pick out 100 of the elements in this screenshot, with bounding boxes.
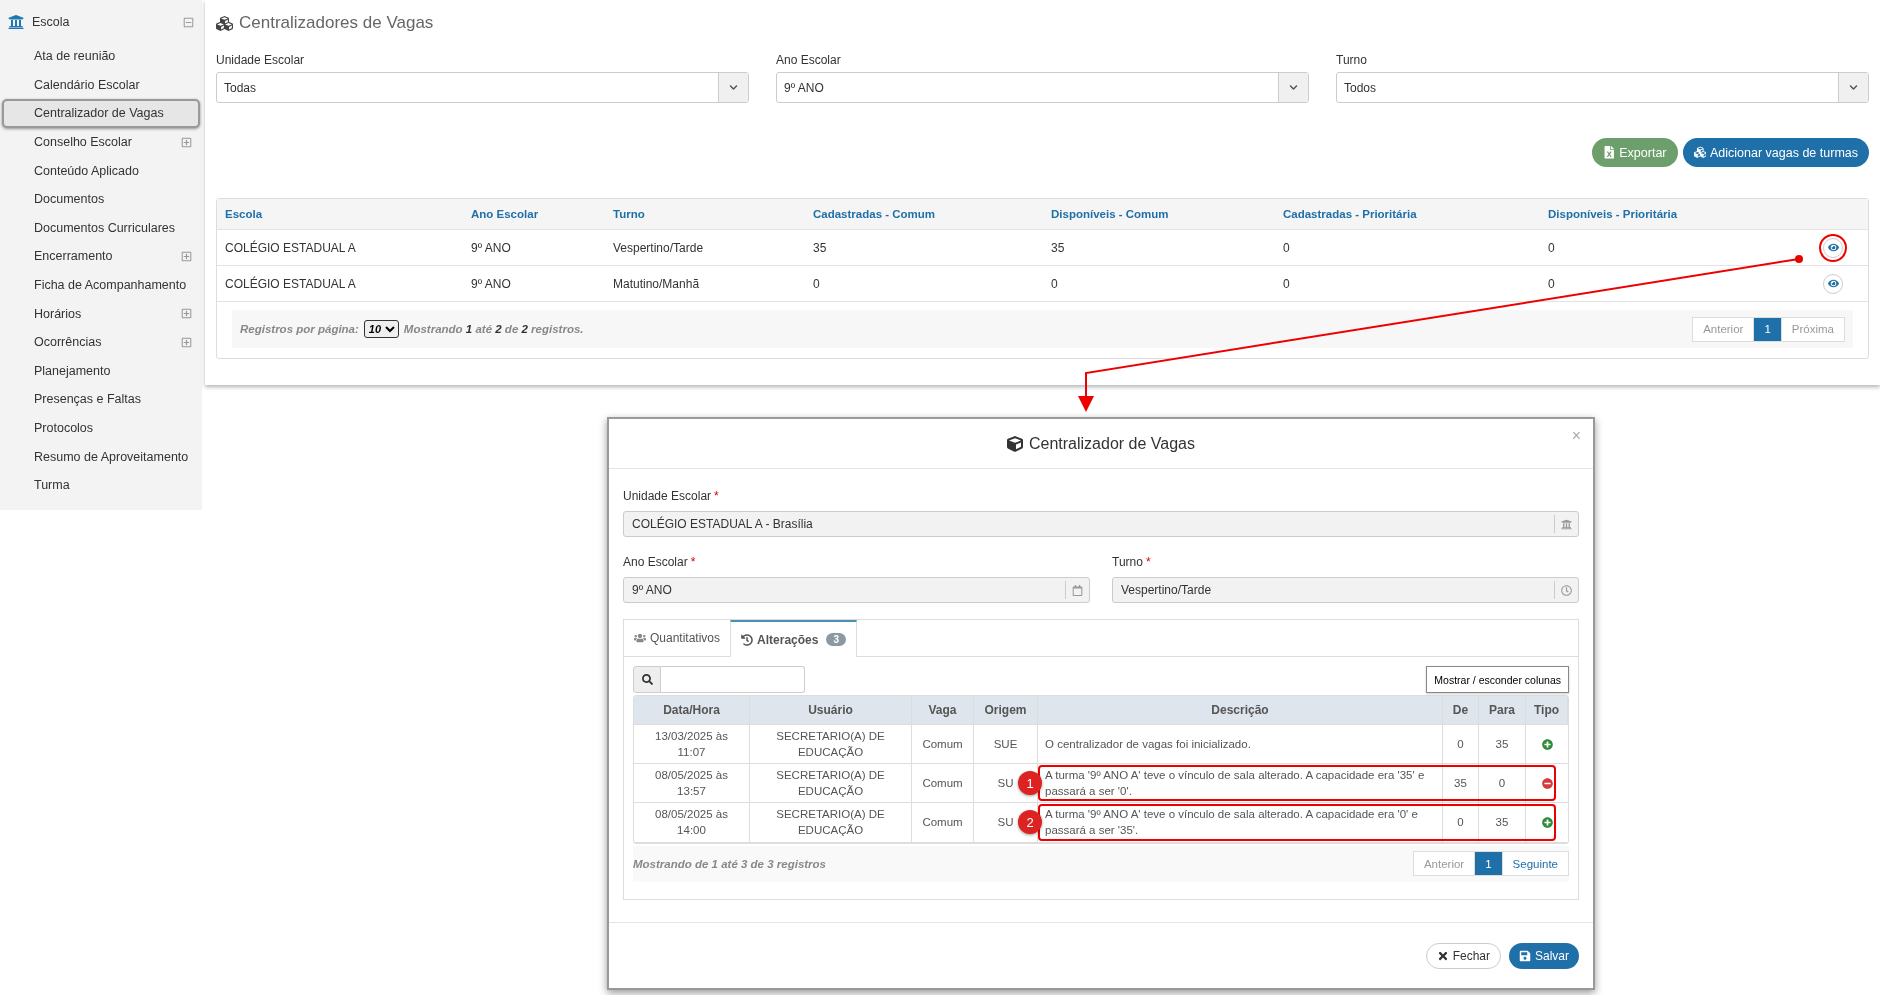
close-button[interactable]: Fechar	[1425, 942, 1501, 969]
chevron-down-icon	[1289, 83, 1298, 92]
column-header[interactable]: Disponíveis - Comum	[1043, 208, 1275, 220]
sidebar-item[interactable]: Planejamento	[2, 356, 200, 386]
input-field[interactable]: 9º ANO	[623, 577, 1090, 603]
table-cell-text: 0	[1282, 276, 1291, 291]
column-header[interactable]: Descrição	[1038, 696, 1443, 724]
input-field[interactable]: Vespertino/Tarde	[1112, 577, 1579, 603]
table-cell-text: 35	[812, 240, 828, 255]
table-cell: 13/03/2025 às 11:07	[634, 725, 750, 764]
expand-icon[interactable]	[181, 136, 192, 148]
required-mark: *	[714, 489, 719, 503]
table-cell-text: 9º ANO	[470, 276, 512, 291]
expand-icon[interactable]	[181, 308, 192, 320]
table-cell: 08/05/2025 às 13:57	[634, 764, 750, 803]
users-icon	[634, 632, 646, 644]
calendar-icon	[1072, 584, 1083, 596]
table-cell: 35	[1443, 764, 1479, 803]
page-button[interactable]: 1	[1474, 851, 1503, 877]
column-header[interactable]: Cadastradas - Prioritária	[1275, 208, 1540, 220]
save-icon	[1519, 949, 1531, 962]
table-cell: 08/05/2025 às 14:00	[634, 803, 750, 842]
collapse-icon[interactable]	[183, 16, 194, 28]
table-cell-text: 0	[1547, 240, 1556, 255]
column-header[interactable]: Para	[1479, 696, 1526, 724]
page-button[interactable]: 1	[1753, 316, 1782, 342]
cubes-icon	[216, 14, 233, 32]
sidebar-item[interactable]: Horários	[2, 299, 200, 328]
table-cell-text: 0	[812, 276, 821, 291]
field-label: Turno	[1112, 555, 1143, 569]
search-field[interactable]	[661, 666, 805, 693]
filter-label: Unidade Escolar	[216, 53, 306, 67]
table-cell: SECRETARIO(A) DE EDUCAÇÃO	[750, 725, 912, 764]
bank-icon	[8, 14, 24, 30]
table-cell: 35	[1479, 725, 1526, 764]
records-info: Mostrando 1 até 2 de 2 registros.	[403, 323, 584, 335]
column-header[interactable]: Ano Escolar	[463, 208, 605, 220]
save-button[interactable]: Salvar	[1509, 942, 1579, 969]
input-field[interactable]: COLÉGIO ESTADUAL A - Brasília	[623, 511, 1579, 537]
tab[interactable]: Alterações 3	[730, 620, 857, 657]
records-info: Mostrando de 1 até 3 de 3 registros	[633, 857, 826, 870]
table-cell: Comum	[912, 764, 974, 803]
view-button[interactable]	[1823, 273, 1843, 294]
column-header[interactable]: Turno	[605, 208, 805, 220]
sidebar-item[interactable]: Documentos Curriculares	[2, 213, 200, 243]
column-header[interactable]: Escola	[217, 208, 463, 220]
page-title: Centralizadores de Vagas	[239, 13, 434, 33]
table-cell: 0	[1443, 803, 1479, 842]
per-page-label: Registros por página:	[240, 323, 359, 335]
expand-icon[interactable]	[181, 250, 192, 262]
bank-icon	[1561, 518, 1572, 530]
required-mark: *	[690, 555, 696, 569]
sidebar-item[interactable]: Ocorrências	[2, 327, 200, 357]
sidebar-item[interactable]: Conselho Escolar	[2, 127, 200, 157]
sidebar-item[interactable]: Turma	[2, 470, 200, 500]
sidebar-item[interactable]: Ficha de Acompanhamento	[2, 270, 200, 300]
table-cell: 0	[1443, 725, 1479, 764]
per-page-select[interactable]: 10	[363, 320, 399, 338]
column-header[interactable]: Vaga	[912, 696, 974, 724]
table-cell-text: 0	[1547, 276, 1556, 291]
add-button[interactable]: Adicionar vagas de turmas	[1682, 138, 1869, 167]
sidebar-item[interactable]: Documentos	[2, 184, 200, 214]
callout-number: 2	[1018, 810, 1042, 835]
table-cell-text: COLÉGIO ESTADUAL A	[224, 240, 357, 255]
sidebar-item[interactable]: Calendário Escolar	[2, 70, 200, 100]
sidebar-item[interactable]: Ata de reunião	[2, 42, 200, 71]
page-button[interactable]: Seguinte	[1501, 851, 1569, 877]
search-icon	[641, 674, 653, 685]
table-cell-text: 9º ANO	[470, 240, 512, 255]
sidebar-item[interactable]: Protocolos	[2, 413, 200, 443]
search-addon[interactable]	[633, 666, 661, 693]
sidebar-section[interactable]: Escola	[0, 12, 202, 32]
column-header[interactable]: De	[1443, 696, 1479, 724]
sidebar-item[interactable]: Resumo de Aproveitamento	[2, 442, 200, 471]
sidebar-item[interactable]: Conteúdo Aplicado	[2, 156, 200, 185]
column-header[interactable]: Cadastradas - Comum	[805, 208, 1043, 220]
close-icon	[1436, 949, 1449, 962]
columns-button[interactable]: Mostrar / esconder colunas	[1426, 666, 1569, 693]
filter-label: Ano Escolar	[776, 53, 842, 67]
column-header[interactable]: Disponíveis - Prioritária	[1540, 208, 1798, 220]
clock-icon	[1561, 584, 1572, 596]
table-cell-text: Vespertino/Tarde	[612, 240, 705, 255]
column-header[interactable]: Usuário	[750, 696, 912, 724]
column-header[interactable]: Origem	[974, 696, 1038, 724]
table-cell-text: 35	[1050, 240, 1066, 255]
sidebar-item[interactable]: Encerramento	[2, 242, 200, 271]
table-cell: SECRETARIO(A) DE EDUCAÇÃO	[750, 803, 912, 842]
select-field[interactable]: Todas	[216, 72, 749, 103]
column-header[interactable]: Data/Hora	[634, 696, 750, 724]
sidebar-item[interactable]: Presenças e Faltas	[2, 385, 200, 414]
eye-icon	[1827, 242, 1839, 253]
select-field[interactable]: 9º ANO	[776, 72, 1309, 103]
field-label: Ano Escolar	[623, 555, 688, 569]
expand-icon[interactable]	[181, 336, 192, 348]
eye-icon	[1827, 278, 1839, 289]
table-cell: O centralizador de vagas foi inicializado.	[1038, 725, 1443, 764]
column-header[interactable]: Tipo	[1526, 696, 1568, 724]
sidebar-item[interactable]: Centralizador de Vagas	[2, 99, 200, 128]
filter-label: Turno	[1336, 53, 1368, 67]
select-field[interactable]: Todos	[1336, 72, 1869, 103]
